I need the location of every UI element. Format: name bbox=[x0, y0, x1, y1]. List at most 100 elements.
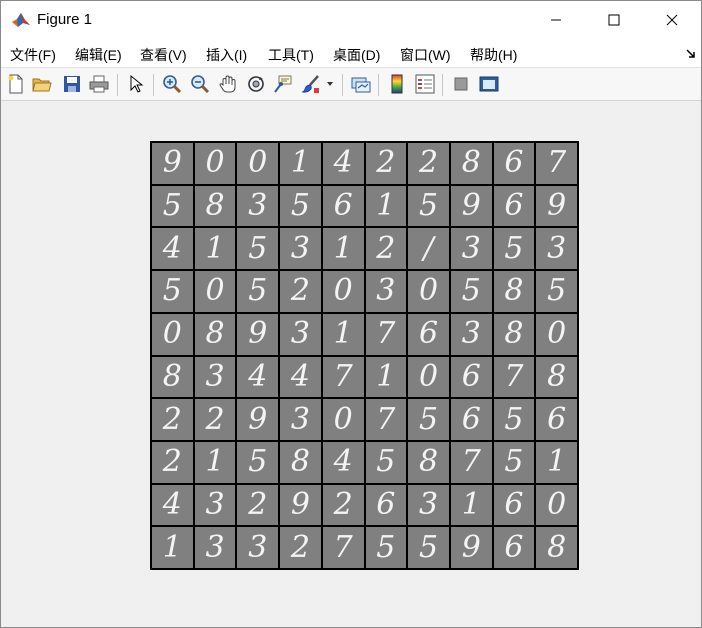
new-figure-button[interactable] bbox=[5, 73, 27, 95]
digit-cell: 4 bbox=[237, 356, 279, 398]
digit-cell: 5 bbox=[493, 228, 535, 270]
digit-cell: 8 bbox=[536, 356, 577, 398]
zoom-in-icon bbox=[163, 75, 182, 94]
dock-arrow-icon[interactable] bbox=[685, 47, 697, 59]
data-cursor-icon bbox=[274, 75, 292, 93]
digit-cell: 2 bbox=[237, 484, 279, 526]
digit-cell: 8 bbox=[152, 356, 193, 398]
brush-button[interactable] bbox=[300, 73, 322, 95]
digit-cell: 3 bbox=[237, 527, 279, 568]
digit-cell: 2 bbox=[194, 399, 236, 440]
brush-icon bbox=[301, 75, 319, 93]
digit-cell: 3 bbox=[237, 185, 279, 227]
legend-button[interactable] bbox=[414, 73, 436, 95]
digit-cell: 3 bbox=[450, 228, 492, 270]
digit-cell: 0 bbox=[408, 271, 449, 312]
digit-cell: 8 bbox=[493, 271, 535, 312]
digit-cell: 0 bbox=[322, 271, 364, 312]
digit-cell: 1 bbox=[322, 228, 364, 270]
toolbar-separator bbox=[153, 74, 154, 96]
digit-cell: 1 bbox=[280, 143, 321, 184]
digit-cell: 5 bbox=[237, 271, 279, 312]
pointer-icon bbox=[130, 74, 144, 93]
digit-cell: 3 bbox=[280, 313, 321, 355]
digit-cell: 8 bbox=[493, 313, 535, 355]
pointer-button[interactable] bbox=[125, 73, 147, 95]
digit-cell: 3 bbox=[450, 313, 492, 355]
link-plot-button[interactable] bbox=[350, 73, 372, 95]
save-button[interactable] bbox=[61, 73, 83, 95]
figure-toolbar bbox=[1, 67, 701, 101]
rotate-3d-icon bbox=[248, 76, 264, 92]
menu-edit[interactable]: 编辑(E) bbox=[75, 45, 122, 65]
new-figure-icon bbox=[8, 74, 23, 94]
toolbar-separator bbox=[117, 74, 118, 96]
figure-canvas[interactable]: 9 0 0 1 4 2 2 8 6 7 5 8 3 5 6 1 5 9 6 9 4 1 5 3 1 2/3 5 3 5 0 5 2 0 3 0 5 8 5… bbox=[1, 101, 701, 627]
menu-file[interactable]: 文件(F) bbox=[10, 45, 56, 65]
digit-cell: 2 bbox=[365, 143, 407, 184]
digit-cell: 1 bbox=[322, 313, 364, 355]
digit-cell: 1 bbox=[152, 527, 193, 568]
digit-cell: / bbox=[408, 228, 449, 270]
menu-help[interactable]: 帮助(H) bbox=[470, 45, 517, 65]
digit-cell: 5 bbox=[493, 441, 535, 483]
hide-plot-tools-button[interactable] bbox=[450, 73, 472, 95]
digit-cell: 9 bbox=[237, 313, 279, 355]
digit-cell: 6 bbox=[493, 484, 535, 526]
digit-cell: 3 bbox=[280, 399, 321, 440]
zoom-out-icon bbox=[191, 75, 210, 94]
zoom-out-button[interactable] bbox=[189, 73, 211, 95]
digit-cell: 2 bbox=[152, 399, 193, 440]
hide-plot-tools-icon bbox=[454, 77, 468, 91]
minimize-button[interactable] bbox=[527, 1, 585, 39]
digit-cell: 2 bbox=[408, 143, 449, 184]
digit-cell: 2 bbox=[365, 228, 407, 270]
digit-cell: 1 bbox=[365, 356, 407, 398]
digit-cell: 5 bbox=[450, 271, 492, 312]
brush-dropdown[interactable] bbox=[323, 73, 337, 95]
close-button[interactable] bbox=[643, 1, 701, 39]
open-file-icon bbox=[32, 78, 52, 92]
matlab-logo-icon bbox=[11, 10, 31, 30]
digit-cell: 9 bbox=[280, 484, 321, 526]
menu-view[interactable]: 查看(V) bbox=[140, 45, 187, 65]
menu-window[interactable]: 窗口(W) bbox=[400, 45, 451, 65]
print-icon bbox=[89, 75, 109, 93]
digit-cell: 6 bbox=[408, 313, 449, 355]
digit-cell: 1 bbox=[194, 441, 236, 483]
zoom-in-button[interactable] bbox=[161, 73, 183, 95]
close-icon bbox=[666, 14, 678, 26]
digit-cell: 3 bbox=[280, 228, 321, 270]
pan-button[interactable] bbox=[217, 73, 239, 95]
save-icon bbox=[64, 76, 80, 92]
pan-icon bbox=[219, 75, 236, 93]
digit-cell: 0 bbox=[536, 313, 577, 355]
show-plot-tools-icon bbox=[479, 76, 499, 92]
toolbar-separator bbox=[342, 74, 343, 96]
menu-desktop[interactable]: 桌面(D) bbox=[333, 45, 380, 65]
figure-window: Figure 1 文件(F) 编辑(E) 查看(V) 插入(I) 工具(T) 桌… bbox=[0, 0, 702, 628]
digit-cell: 5 bbox=[152, 271, 193, 312]
digit-cell: 5 bbox=[408, 527, 449, 568]
menu-tools[interactable]: 工具(T) bbox=[268, 45, 314, 65]
digit-cell: 6 bbox=[450, 356, 492, 398]
colorbar-button[interactable] bbox=[386, 73, 408, 95]
print-button[interactable] bbox=[88, 73, 110, 95]
digit-cell: 5 bbox=[536, 271, 577, 312]
digit-cell: 2 bbox=[280, 271, 321, 312]
toolbar-separator bbox=[442, 74, 443, 96]
rotate-3d-button[interactable] bbox=[245, 73, 267, 95]
minimize-icon bbox=[551, 19, 561, 21]
digit-cell: 8 bbox=[280, 441, 321, 483]
menu-insert[interactable]: 插入(I) bbox=[206, 45, 247, 65]
open-file-button[interactable] bbox=[31, 73, 53, 95]
maximize-button[interactable] bbox=[585, 1, 643, 39]
digit-cell: 4 bbox=[322, 441, 364, 483]
digit-cell: 5 bbox=[408, 399, 449, 440]
chevron-down-icon bbox=[327, 82, 333, 86]
digit-cell: 7 bbox=[365, 399, 407, 440]
digit-cell: 9 bbox=[450, 185, 492, 227]
maximize-icon bbox=[608, 14, 620, 26]
show-plot-tools-button[interactable] bbox=[478, 73, 500, 95]
data-cursor-button[interactable] bbox=[272, 73, 294, 95]
